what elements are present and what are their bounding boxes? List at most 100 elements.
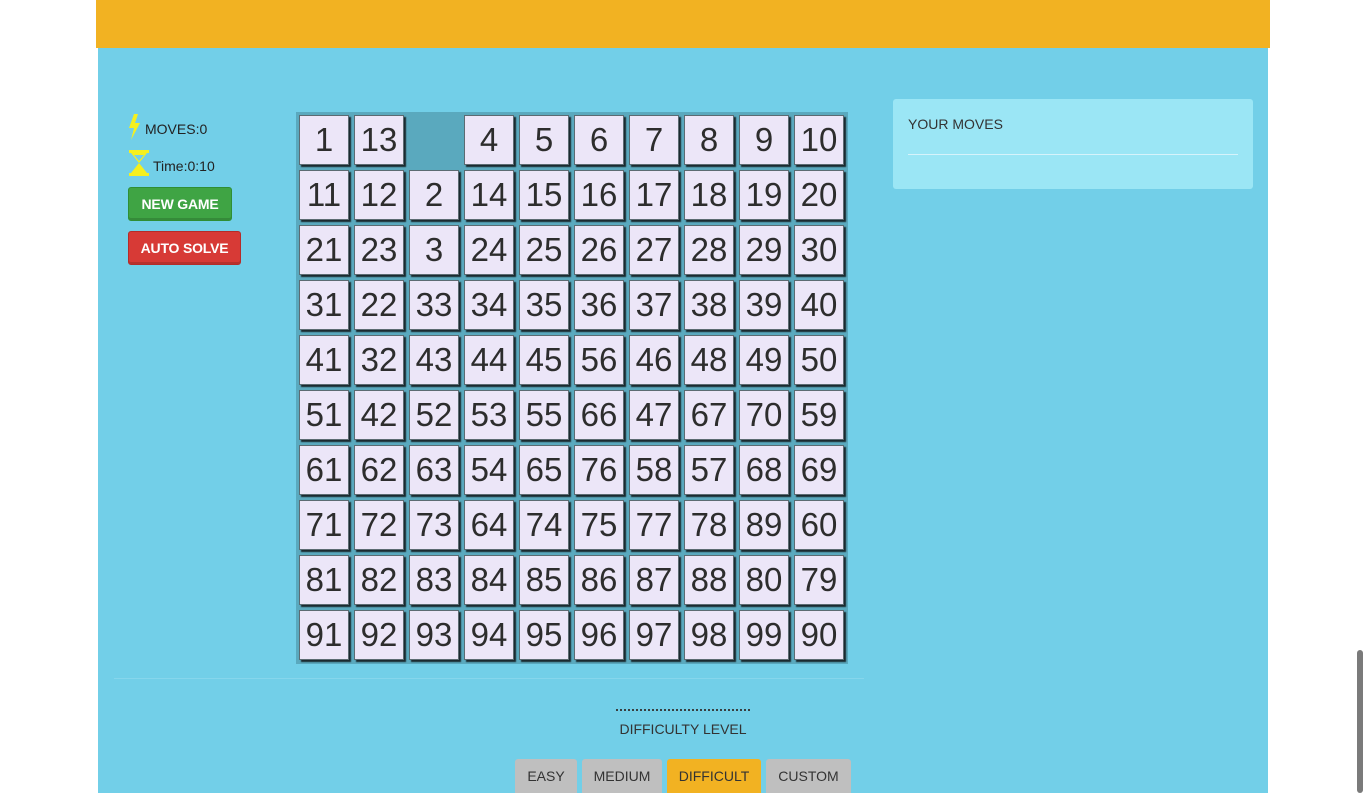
puzzle-tile[interactable]: 36 <box>574 280 624 330</box>
puzzle-tile[interactable]: 57 <box>684 445 734 495</box>
auto-solve-button[interactable]: AUTO SOLVE <box>128 231 241 265</box>
puzzle-tile[interactable]: 25 <box>519 225 569 275</box>
puzzle-tile[interactable]: 97 <box>629 610 679 660</box>
puzzle-tile[interactable]: 51 <box>299 390 349 440</box>
puzzle-tile[interactable]: 84 <box>464 555 514 605</box>
puzzle-tile[interactable]: 79 <box>794 555 844 605</box>
puzzle-tile[interactable]: 8 <box>684 115 734 165</box>
puzzle-tile[interactable]: 77 <box>629 500 679 550</box>
puzzle-tile[interactable]: 45 <box>519 335 569 385</box>
puzzle-tile[interactable]: 69 <box>794 445 844 495</box>
puzzle-tile[interactable]: 41 <box>299 335 349 385</box>
puzzle-tile[interactable]: 66 <box>574 390 624 440</box>
puzzle-tile[interactable]: 89 <box>739 500 789 550</box>
level-custom-button[interactable]: CUSTOM <box>766 759 851 793</box>
puzzle-tile[interactable]: 67 <box>684 390 734 440</box>
puzzle-tile[interactable]: 29 <box>739 225 789 275</box>
puzzle-tile[interactable]: 68 <box>739 445 789 495</box>
puzzle-tile[interactable]: 55 <box>519 390 569 440</box>
puzzle-tile[interactable]: 40 <box>794 280 844 330</box>
puzzle-tile[interactable]: 81 <box>299 555 349 605</box>
puzzle-tile[interactable]: 72 <box>354 500 404 550</box>
puzzle-tile[interactable]: 61 <box>299 445 349 495</box>
puzzle-tile[interactable]: 32 <box>354 335 404 385</box>
puzzle-tile[interactable]: 85 <box>519 555 569 605</box>
puzzle-tile[interactable]: 27 <box>629 225 679 275</box>
puzzle-tile[interactable]: 12 <box>354 170 404 220</box>
puzzle-tile[interactable]: 91 <box>299 610 349 660</box>
puzzle-tile[interactable]: 5 <box>519 115 569 165</box>
puzzle-tile[interactable]: 31 <box>299 280 349 330</box>
puzzle-tile[interactable]: 73 <box>409 500 459 550</box>
puzzle-tile[interactable]: 90 <box>794 610 844 660</box>
puzzle-tile[interactable]: 19 <box>739 170 789 220</box>
puzzle-tile[interactable]: 16 <box>574 170 624 220</box>
puzzle-tile[interactable]: 26 <box>574 225 624 275</box>
puzzle-tile[interactable]: 9 <box>739 115 789 165</box>
puzzle-tile[interactable]: 1 <box>299 115 349 165</box>
puzzle-tile[interactable]: 18 <box>684 170 734 220</box>
puzzle-tile[interactable]: 54 <box>464 445 514 495</box>
puzzle-tile[interactable]: 21 <box>299 225 349 275</box>
puzzle-tile[interactable]: 34 <box>464 280 514 330</box>
puzzle-tile[interactable]: 38 <box>684 280 734 330</box>
puzzle-tile[interactable]: 99 <box>739 610 789 660</box>
puzzle-tile[interactable]: 60 <box>794 500 844 550</box>
puzzle-tile[interactable]: 47 <box>629 390 679 440</box>
puzzle-tile[interactable]: 23 <box>354 225 404 275</box>
puzzle-tile[interactable]: 53 <box>464 390 514 440</box>
puzzle-tile[interactable]: 93 <box>409 610 459 660</box>
puzzle-tile[interactable]: 11 <box>299 170 349 220</box>
puzzle-tile[interactable]: 28 <box>684 225 734 275</box>
puzzle-tile[interactable]: 58 <box>629 445 679 495</box>
page-scrollbar[interactable] <box>1357 650 1363 793</box>
puzzle-tile[interactable]: 30 <box>794 225 844 275</box>
puzzle-tile[interactable]: 15 <box>519 170 569 220</box>
puzzle-tile[interactable]: 64 <box>464 500 514 550</box>
puzzle-tile[interactable]: 14 <box>464 170 514 220</box>
puzzle-tile[interactable]: 20 <box>794 170 844 220</box>
new-game-button[interactable]: NEW GAME <box>128 187 232 221</box>
puzzle-tile[interactable]: 13 <box>354 115 404 165</box>
level-easy-button[interactable]: EASY <box>515 759 577 793</box>
puzzle-tile[interactable]: 80 <box>739 555 789 605</box>
puzzle-tile[interactable]: 44 <box>464 335 514 385</box>
puzzle-tile[interactable]: 87 <box>629 555 679 605</box>
puzzle-tile[interactable]: 62 <box>354 445 404 495</box>
puzzle-tile[interactable]: 43 <box>409 335 459 385</box>
puzzle-tile[interactable]: 3 <box>409 225 459 275</box>
puzzle-tile[interactable]: 39 <box>739 280 789 330</box>
puzzle-tile[interactable]: 98 <box>684 610 734 660</box>
puzzle-tile[interactable]: 76 <box>574 445 624 495</box>
puzzle-tile[interactable]: 49 <box>739 335 789 385</box>
puzzle-tile[interactable]: 65 <box>519 445 569 495</box>
puzzle-tile[interactable]: 94 <box>464 610 514 660</box>
puzzle-tile[interactable]: 63 <box>409 445 459 495</box>
puzzle-tile[interactable]: 78 <box>684 500 734 550</box>
puzzle-tile[interactable]: 71 <box>299 500 349 550</box>
puzzle-tile[interactable]: 75 <box>574 500 624 550</box>
empty-slot[interactable] <box>409 115 459 165</box>
puzzle-tile[interactable]: 24 <box>464 225 514 275</box>
puzzle-tile[interactable]: 52 <box>409 390 459 440</box>
puzzle-tile[interactable]: 56 <box>574 335 624 385</box>
puzzle-tile[interactable]: 88 <box>684 555 734 605</box>
puzzle-tile[interactable]: 35 <box>519 280 569 330</box>
puzzle-tile[interactable]: 83 <box>409 555 459 605</box>
puzzle-tile[interactable]: 4 <box>464 115 514 165</box>
puzzle-tile[interactable]: 33 <box>409 280 459 330</box>
puzzle-tile[interactable]: 74 <box>519 500 569 550</box>
puzzle-tile[interactable]: 92 <box>354 610 404 660</box>
puzzle-tile[interactable]: 86 <box>574 555 624 605</box>
puzzle-tile[interactable]: 46 <box>629 335 679 385</box>
level-difficult-button[interactable]: DIFFICULT <box>667 759 761 793</box>
puzzle-tile[interactable]: 7 <box>629 115 679 165</box>
puzzle-tile[interactable]: 48 <box>684 335 734 385</box>
puzzle-tile[interactable]: 37 <box>629 280 679 330</box>
puzzle-tile[interactable]: 42 <box>354 390 404 440</box>
puzzle-tile[interactable]: 70 <box>739 390 789 440</box>
puzzle-tile[interactable]: 50 <box>794 335 844 385</box>
puzzle-tile[interactable]: 6 <box>574 115 624 165</box>
puzzle-tile[interactable]: 22 <box>354 280 404 330</box>
puzzle-tile[interactable]: 17 <box>629 170 679 220</box>
